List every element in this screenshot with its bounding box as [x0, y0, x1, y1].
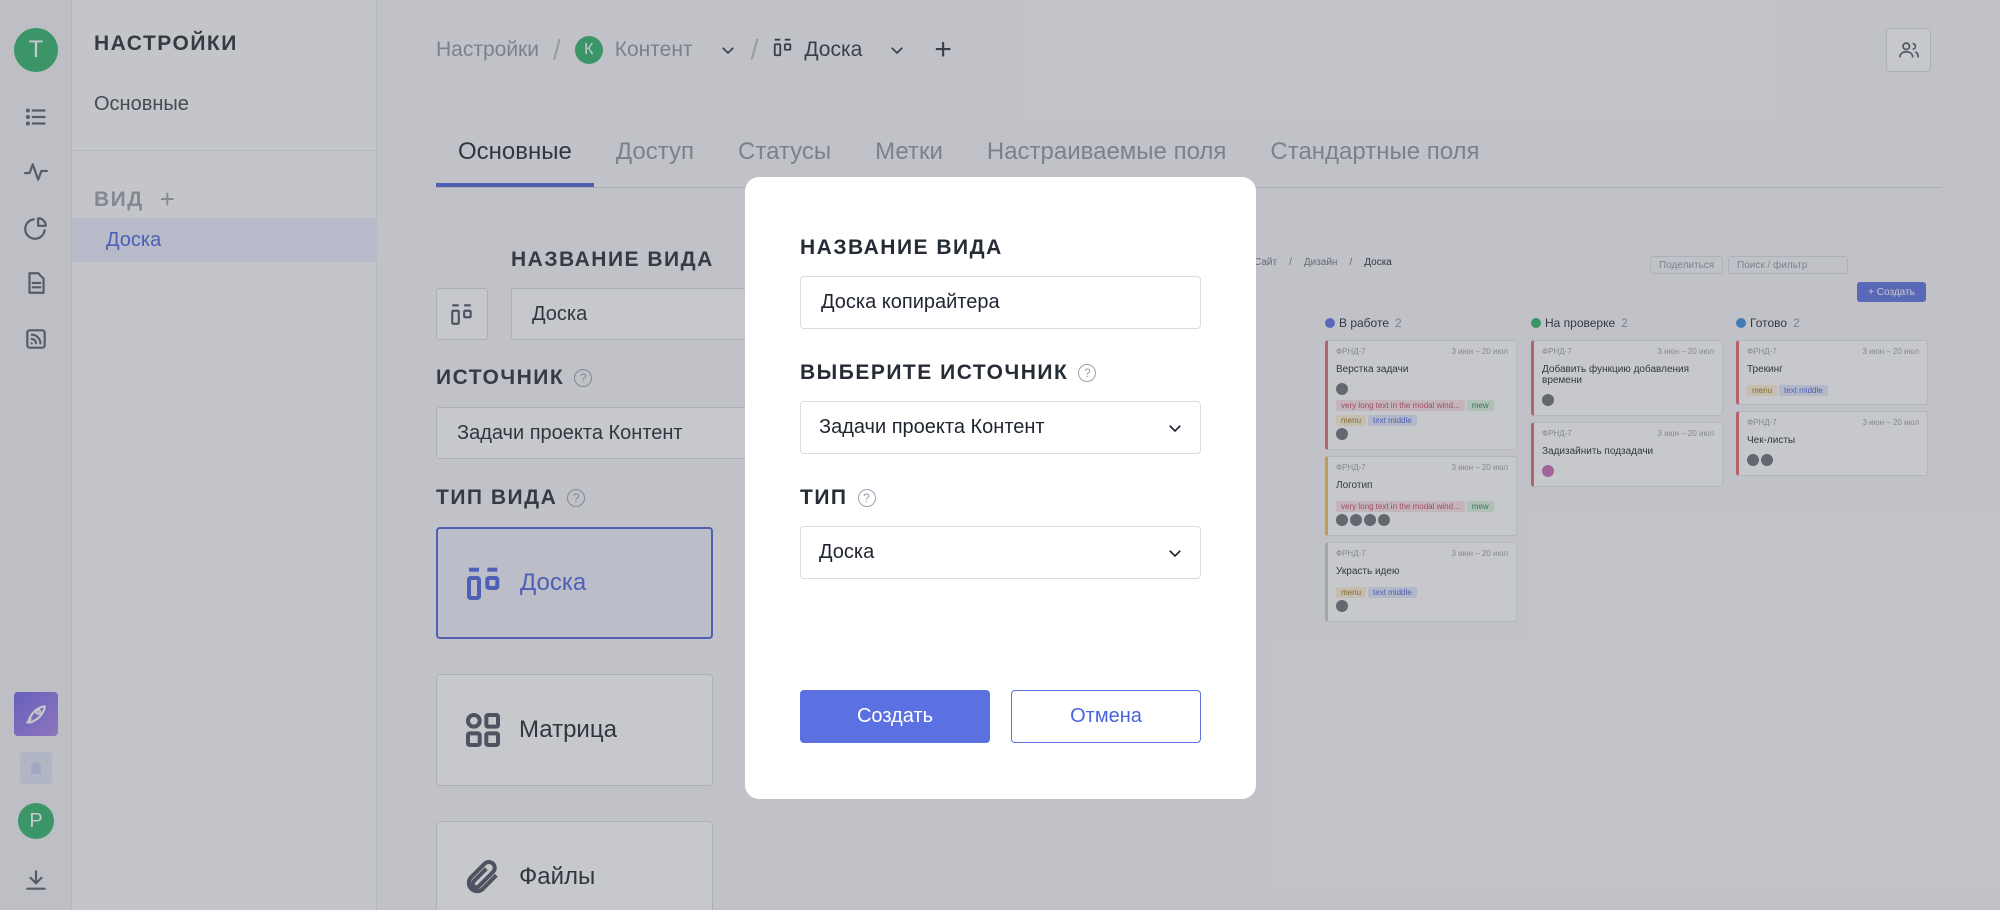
modal-name-label: НАЗВАНИЕ ВИДА — [800, 236, 1003, 260]
label-text: ТИП — [800, 486, 848, 509]
help-icon[interactable]: ? — [857, 489, 876, 507]
modal-source-label: ВЫБЕРИТЕ ИСТОЧНИК? — [800, 361, 1097, 385]
create-button[interactable]: Создать — [800, 690, 990, 743]
type-select[interactable]: Доска — [800, 526, 1201, 579]
chevron-down-icon — [1169, 424, 1181, 432]
modal-type-label: ТИП? — [800, 486, 876, 510]
help-icon[interactable]: ? — [1078, 364, 1097, 382]
label-text: ВЫБЕРИТЕ ИСТОЧНИК — [800, 361, 1069, 384]
type-select-value: Доска — [819, 541, 875, 563]
source-select-value: Задачи проекта Контент — [819, 416, 1045, 438]
view-name-input[interactable]: Доска копирайтера — [800, 276, 1201, 329]
create-view-modal: НАЗВАНИЕ ВИДА Доска копирайтера ВЫБЕРИТЕ… — [745, 177, 1256, 799]
label-text: НАЗВАНИЕ ВИДА — [800, 236, 1003, 259]
chevron-down-icon — [1169, 549, 1181, 557]
cancel-button[interactable]: Отмена — [1011, 690, 1201, 743]
source-select[interactable]: Задачи проекта Контент — [800, 401, 1201, 454]
